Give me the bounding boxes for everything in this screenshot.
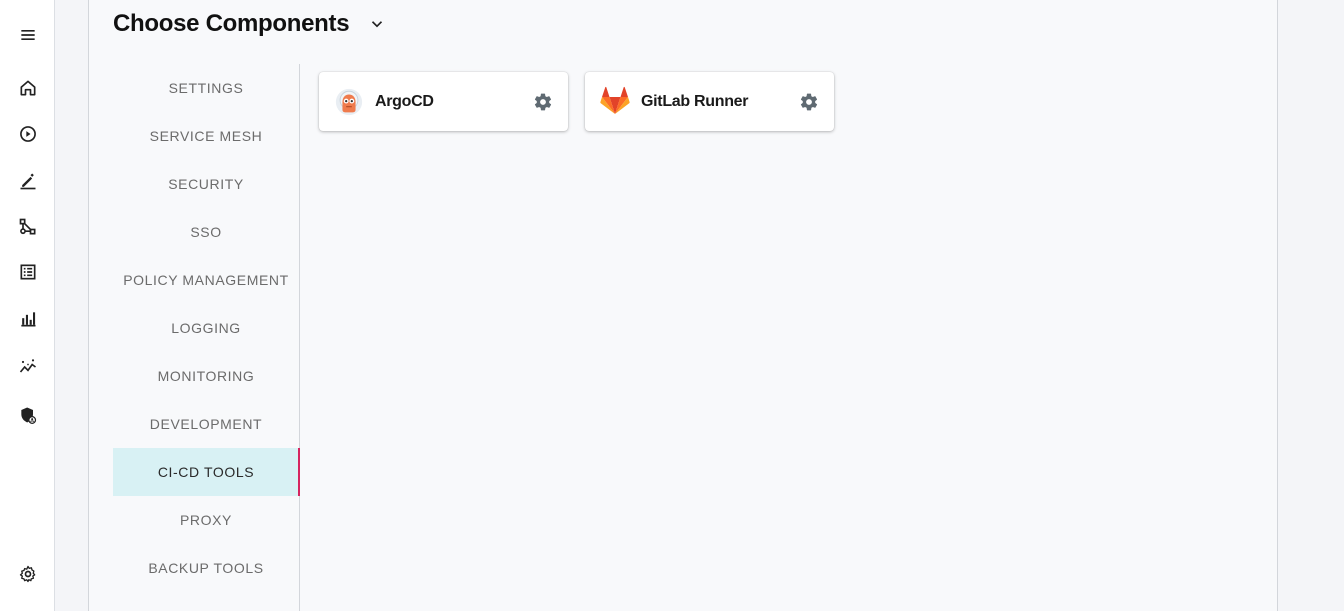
play-icon[interactable] [14, 120, 42, 148]
edit-icon[interactable] [14, 167, 42, 195]
tab-ci-cd-tools[interactable]: CI-CD TOOLS [113, 448, 300, 496]
share-icon[interactable] [14, 213, 42, 241]
component-name: ArgoCD [375, 92, 434, 110]
tab-logging[interactable]: LOGGING [113, 304, 299, 352]
tab-monitoring[interactable]: MONITORING [113, 352, 299, 400]
configure-gear-icon[interactable] [798, 91, 820, 113]
bar-chart-icon[interactable] [14, 305, 42, 333]
gitlab-logo-icon [599, 86, 631, 118]
title-row: Choose Components [113, 8, 387, 40]
component-card-gitlab-runner[interactable]: GitLab Runner [585, 72, 834, 131]
page-title: Choose Components [113, 10, 350, 37]
component-cards: ArgoCD GitLab Runner [319, 72, 834, 131]
configure-gear-icon[interactable] [532, 91, 554, 113]
nav-rail [0, 0, 55, 611]
chevron-down-icon[interactable] [367, 14, 387, 34]
tab-sso[interactable]: SSO [113, 208, 299, 256]
settings-gear-icon[interactable] [14, 560, 42, 588]
home-icon[interactable] [14, 74, 42, 102]
components-panel: Choose Components SETTINGS SERVICE MESH … [88, 0, 1278, 611]
category-tabs: SETTINGS SERVICE MESH SECURITY SSO POLIC… [113, 64, 300, 611]
insights-icon[interactable] [14, 353, 42, 381]
menu-icon[interactable] [14, 21, 42, 49]
component-card-argocd[interactable]: ArgoCD [319, 72, 568, 131]
tab-proxy[interactable]: PROXY [113, 496, 299, 544]
list-icon[interactable] [14, 258, 42, 286]
tab-backup-tools[interactable]: BACKUP TOOLS [113, 544, 299, 592]
component-name: GitLab Runner [641, 92, 749, 110]
tab-settings[interactable]: SETTINGS [113, 64, 299, 112]
tab-policy-management[interactable]: POLICY MANAGEMENT [113, 256, 299, 304]
security-shield-icon[interactable] [14, 401, 42, 429]
tab-development[interactable]: DEVELOPMENT [113, 400, 299, 448]
tab-service-mesh[interactable]: SERVICE MESH [113, 112, 299, 160]
argocd-logo-icon [333, 86, 365, 118]
tab-security[interactable]: SECURITY [113, 160, 299, 208]
